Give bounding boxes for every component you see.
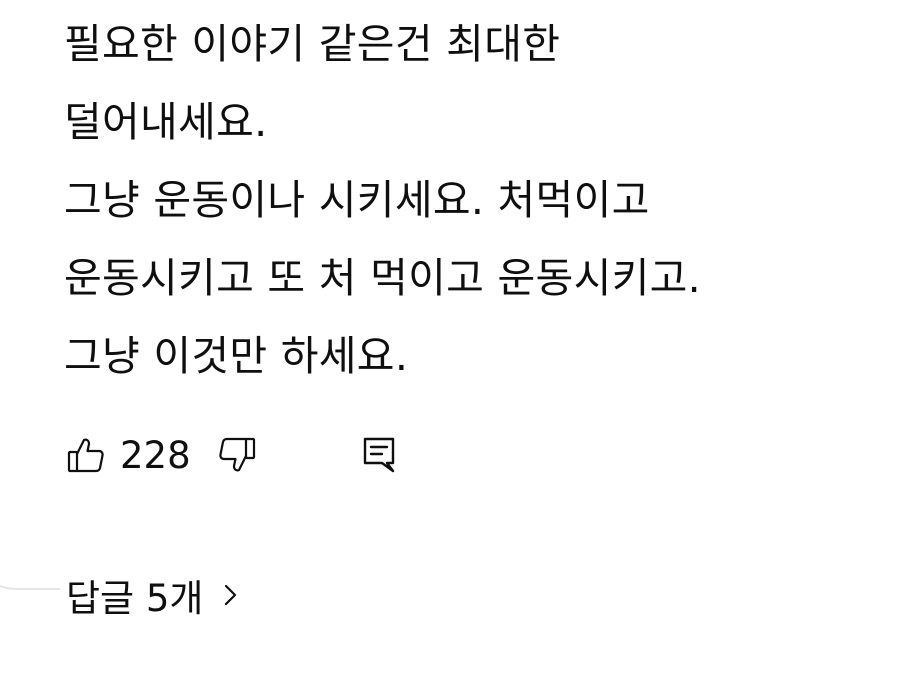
thumbs-up-icon [67, 438, 104, 473]
comment-actions: 228 [64, 428, 399, 482]
comment-reply-icon [363, 437, 394, 473]
reply-button[interactable] [359, 428, 399, 482]
dislike-button[interactable] [215, 428, 259, 482]
view-replies-button[interactable]: 답글 5개 [66, 565, 241, 625]
comment-body: 필요한 이야기 같은건 최대한 덜어내세요. 그냥 운동이나 시키세요. 처먹이… [64, 5, 904, 395]
chevron-right-icon [221, 580, 241, 610]
comment-line: 필요한 이야기 같은건 최대한 [64, 20, 561, 68]
comment-line: 그냥 운동이나 시키세요. 처먹이고 [64, 176, 650, 224]
comment-panel: 필요한 이야기 같은건 최대한 덜어내세요. 그냥 운동이나 시키세요. 처먹이… [0, 0, 922, 694]
comment-line: 운동시키고 또 처 먹이고 운동시키고. [64, 254, 701, 302]
comment-line: 그냥 이것만 하세요. [64, 332, 409, 380]
like-button[interactable] [64, 428, 108, 482]
thumbs-down-icon [218, 437, 255, 472]
like-count: 228 [120, 433, 191, 477]
reply-thread-connector [0, 520, 60, 590]
replies-label: 답글 5개 [66, 577, 204, 620]
comment-line: 덜어내세요. [64, 98, 268, 146]
